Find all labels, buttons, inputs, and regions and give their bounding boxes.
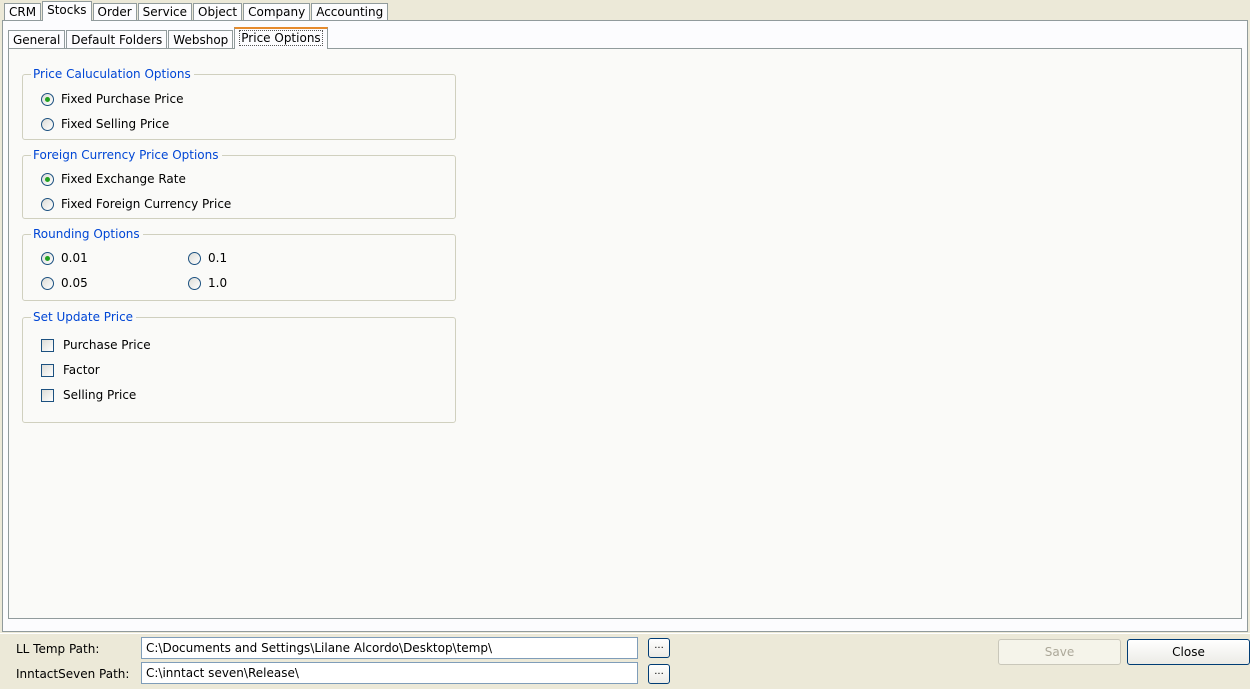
tab-object[interactable]: Object	[193, 3, 243, 21]
radio-label: 0.1	[208, 251, 228, 265]
ll-temp-browse-button[interactable]: ...	[648, 638, 670, 658]
tab-stocks[interactable]: Stocks	[42, 1, 92, 21]
tab-price-options-label: Price Options	[239, 30, 323, 46]
radio-checked-icon	[41, 92, 54, 106]
rounding-group: Rounding Options 0.01 0.1 0.05 1.0	[22, 227, 456, 301]
ll-temp-path-input[interactable]: C:\Documents and Settings\Lilane Alcordo…	[141, 637, 638, 659]
checkbox-icon	[41, 363, 54, 377]
main-tab-strip: CRM Stocks Order Service Object Company …	[4, 1, 389, 21]
rounding-title: Rounding Options	[31, 227, 143, 241]
radio-label: Fixed Foreign Currency Price	[61, 197, 232, 211]
tab-webshop[interactable]: Webshop	[168, 30, 234, 49]
ll-temp-path-label: LL Temp Path:	[16, 642, 100, 656]
foreign-currency-group: Foreign Currency Price Options Fixed Exc…	[22, 148, 456, 219]
tab-order[interactable]: Order	[92, 3, 137, 21]
inntactseven-path-input[interactable]: C:\inntact seven\Release\	[141, 662, 638, 684]
set-update-price-group: Set Update Price Purchase Price Factor S…	[22, 310, 456, 423]
checkbox-label: Selling Price	[63, 388, 137, 402]
radio-fixed-exchange-rate[interactable]: Fixed Exchange Rate	[41, 171, 186, 187]
radio-label: 0.05	[61, 276, 88, 290]
radio-unchecked-icon	[188, 251, 201, 265]
price-calculation-title: Price Caluculation Options	[31, 67, 194, 81]
checkbox-factor[interactable]: Factor	[41, 362, 100, 378]
close-button[interactable]: Close	[1127, 639, 1250, 665]
tab-default-folders[interactable]: Default Folders	[66, 30, 168, 49]
checkbox-purchase-price[interactable]: Purchase Price	[41, 337, 151, 353]
tab-company[interactable]: Company	[243, 3, 311, 21]
radio-label: 0.01	[61, 251, 88, 265]
checkbox-icon	[41, 388, 54, 402]
radio-label: Fixed Purchase Price	[61, 92, 184, 106]
save-button[interactable]: Save	[998, 639, 1121, 665]
radio-label: 1.0	[208, 276, 228, 290]
checkbox-selling-price[interactable]: Selling Price	[41, 387, 136, 403]
inntactseven-path-label: InntactSeven Path:	[16, 667, 130, 681]
price-calculation-group: Price Caluculation Options Fixed Purchas…	[22, 67, 456, 140]
radio-checked-icon	[41, 251, 54, 265]
foreign-currency-title: Foreign Currency Price Options	[31, 148, 222, 162]
checkbox-label: Purchase Price	[63, 338, 151, 352]
radio-rounding-0-05[interactable]: 0.05	[41, 275, 88, 291]
sub-tab-strip: General Default Folders Webshop Price Op…	[8, 27, 329, 49]
tab-service[interactable]: Service	[137, 3, 193, 21]
radio-label: Fixed Selling Price	[61, 117, 170, 131]
set-update-price-title: Set Update Price	[31, 310, 137, 324]
tab-general[interactable]: General	[8, 30, 66, 49]
radio-label: Fixed Exchange Rate	[61, 172, 186, 186]
radio-unchecked-icon	[41, 117, 54, 131]
radio-rounding-0-1[interactable]: 0.1	[188, 250, 227, 266]
tab-accounting[interactable]: Accounting	[311, 3, 389, 21]
radio-rounding-0-01[interactable]: 0.01	[41, 250, 88, 266]
radio-unchecked-icon	[41, 276, 54, 290]
radio-unchecked-icon	[41, 197, 54, 211]
inntactseven-browse-button[interactable]: ...	[648, 664, 670, 684]
radio-fixed-foreign-currency-price[interactable]: Fixed Foreign Currency Price	[41, 196, 231, 212]
checkbox-label: Factor	[63, 363, 100, 377]
tab-price-options[interactable]: Price Options	[234, 27, 328, 49]
radio-unchecked-icon	[188, 276, 201, 290]
checkbox-icon	[41, 338, 54, 352]
radio-fixed-selling-price[interactable]: Fixed Selling Price	[41, 116, 169, 132]
bottom-divider	[0, 633, 1250, 634]
radio-rounding-1-0[interactable]: 1.0	[188, 275, 227, 291]
tab-crm[interactable]: CRM	[4, 3, 42, 21]
radio-checked-icon	[41, 172, 54, 186]
radio-fixed-purchase-price[interactable]: Fixed Purchase Price	[41, 91, 184, 107]
